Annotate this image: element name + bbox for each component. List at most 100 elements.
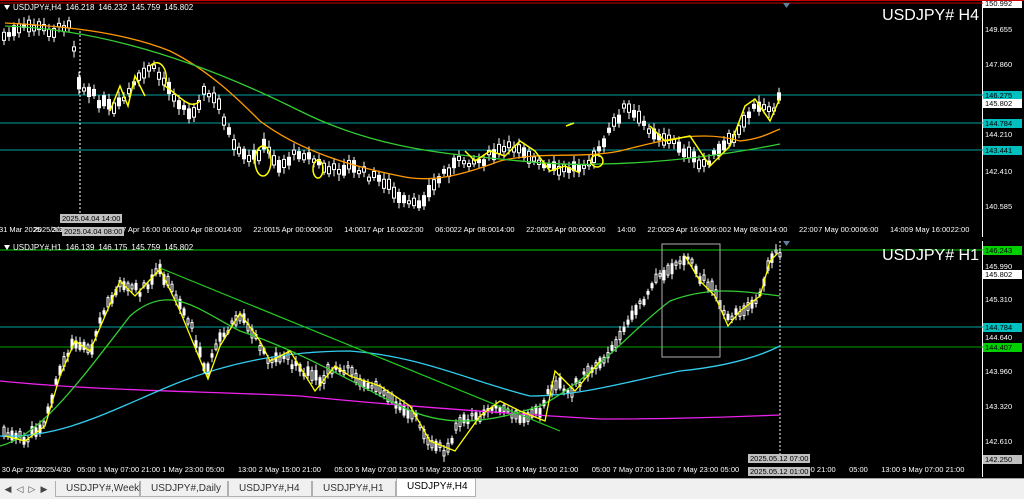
time-label: 17 Apr 16:00 [362,225,406,234]
candle-body [222,116,226,126]
time-axis-h4[interactable]: 31 Mar 20252025/3/312025.04.04 14:0022:0… [0,223,983,237]
candle-body [452,157,456,169]
price-label: 146.243 [983,246,1022,255]
candle-body [347,159,351,170]
ma-slow-line [0,290,781,447]
time-label: 14:00 [222,225,242,234]
high-value: 146.232 [98,3,128,12]
candle-body [170,283,174,292]
candle-body [342,164,346,176]
candle-body [406,409,410,419]
candle-body [187,108,191,120]
chart-pane-h4[interactable]: USDJPY#,H4 146.218 146.232 145.759 145.802 U… [0,0,1024,237]
candle-body [117,97,121,107]
chart-pane-h1[interactable]: USDJPY#,H1 146.139 146.175 145.759 145.802 U… [0,241,1024,477]
candle-body [432,179,436,191]
candle-body [498,407,502,413]
price-label: 143.441 [983,146,1022,155]
candle-body [182,105,186,110]
low-value: 145.759 [131,3,161,12]
candle-body [72,46,76,52]
price-label: 142.610 [985,437,1013,446]
candle-body [450,437,454,444]
collapse-icon[interactable] [4,245,10,251]
tab-usdjpy-h1[interactable]: USDJPY#,H1 [312,481,396,497]
tab-scroll-last-icon[interactable]: ▶ [38,483,50,495]
candle-body [627,103,631,113]
candle-body [532,156,536,162]
candle-body [258,345,262,351]
time-label: 2 May 08:00 [727,225,769,234]
time-label: 22:00 [404,225,424,234]
close-value: 145.802 [164,3,194,12]
candle-body [677,141,681,153]
tab-usdjpy-weekly[interactable]: USDJPY#,Weekly [55,481,146,497]
candle-body [502,145,506,153]
tab-usdjpy-h4[interactable]: USDJPY#,H4 [228,481,312,497]
candle-body [577,164,581,172]
tab-usdjpy-h4[interactable]: USDJPY#,H4 [396,479,476,497]
time-label: 2 May 15:00 [258,465,301,474]
candle-body [470,413,474,417]
price-chart-h4[interactable] [0,1,983,223]
time-label: 05:00 [76,465,96,474]
time-label: 13:00 [881,465,901,474]
candle-body [367,176,371,182]
candle-body [622,326,626,332]
time-label: 5 May 07:00 [355,465,397,474]
time-label: 7 May 23:00 [676,465,719,474]
price-label: 143.960 [985,367,1013,376]
candle-body [297,151,301,160]
candle-body [107,99,111,110]
time-label: 05:00 [591,465,611,474]
candle-body [350,366,354,376]
candle-body [2,31,6,41]
candle-body [730,315,734,320]
time-axis-h1[interactable]: 30 Apr 2025 2025/4/30 05:00 1 May 07:00 21:0… [0,463,983,477]
candle-body [352,160,356,173]
candle-body [447,167,451,177]
candle-body [287,156,291,166]
plot-area-h1[interactable] [0,241,983,477]
candle-body [474,412,478,421]
price-axis-h4[interactable]: 150.992 149.655 147.860 146.275 145.802 144.7… [983,1,1024,237]
plot-area-h4[interactable] [0,1,983,237]
ma-magenta-line [0,380,781,420]
time-label: 29 Apr 16:00 [665,225,709,234]
price-chart-h1[interactable] [0,241,983,463]
time-label: 14:00 [495,225,515,234]
candle-body [142,67,146,79]
candle-body [127,88,131,95]
price-axis-h1[interactable]: 146.243 145.990 145.802 145.310 144.784 144.6… [983,241,1024,477]
time-label: 05:00 [205,465,225,474]
time-label: 5 May 23:00 [419,465,461,474]
time-label: 15 Apr 00:00 [271,225,315,234]
candle-body [387,178,391,190]
candle-body [292,149,296,155]
candle-body [262,138,266,150]
candle-body [666,264,670,276]
tab-scroll-first-icon[interactable]: ◀ [2,483,14,495]
candle-body [702,159,706,167]
candle-body [282,355,286,359]
candle-body [314,370,318,381]
candle-body [392,186,396,199]
candle-body [634,305,638,315]
candle-body [494,405,498,409]
candle-body [612,117,616,127]
open-value: 146.139 [65,243,95,252]
tab-scroll-prev-icon[interactable]: ◁ [14,483,26,495]
time-label: 13:00 [398,465,418,474]
time-label: 22:00 [253,225,272,234]
candle-body [67,20,71,29]
candle-body [337,168,341,175]
candle-body [290,364,294,370]
candle-body [272,155,276,166]
candle-body [190,321,194,329]
tab-usdjpy-daily[interactable]: USDJPY#,Daily [140,481,228,497]
price-label: 143.320 [985,402,1013,411]
time-label: 05:00 [849,465,868,474]
tab-scroll-next-icon[interactable]: ▷ [26,483,38,495]
shift-marker-icon [783,241,790,246]
collapse-icon[interactable] [4,5,10,11]
